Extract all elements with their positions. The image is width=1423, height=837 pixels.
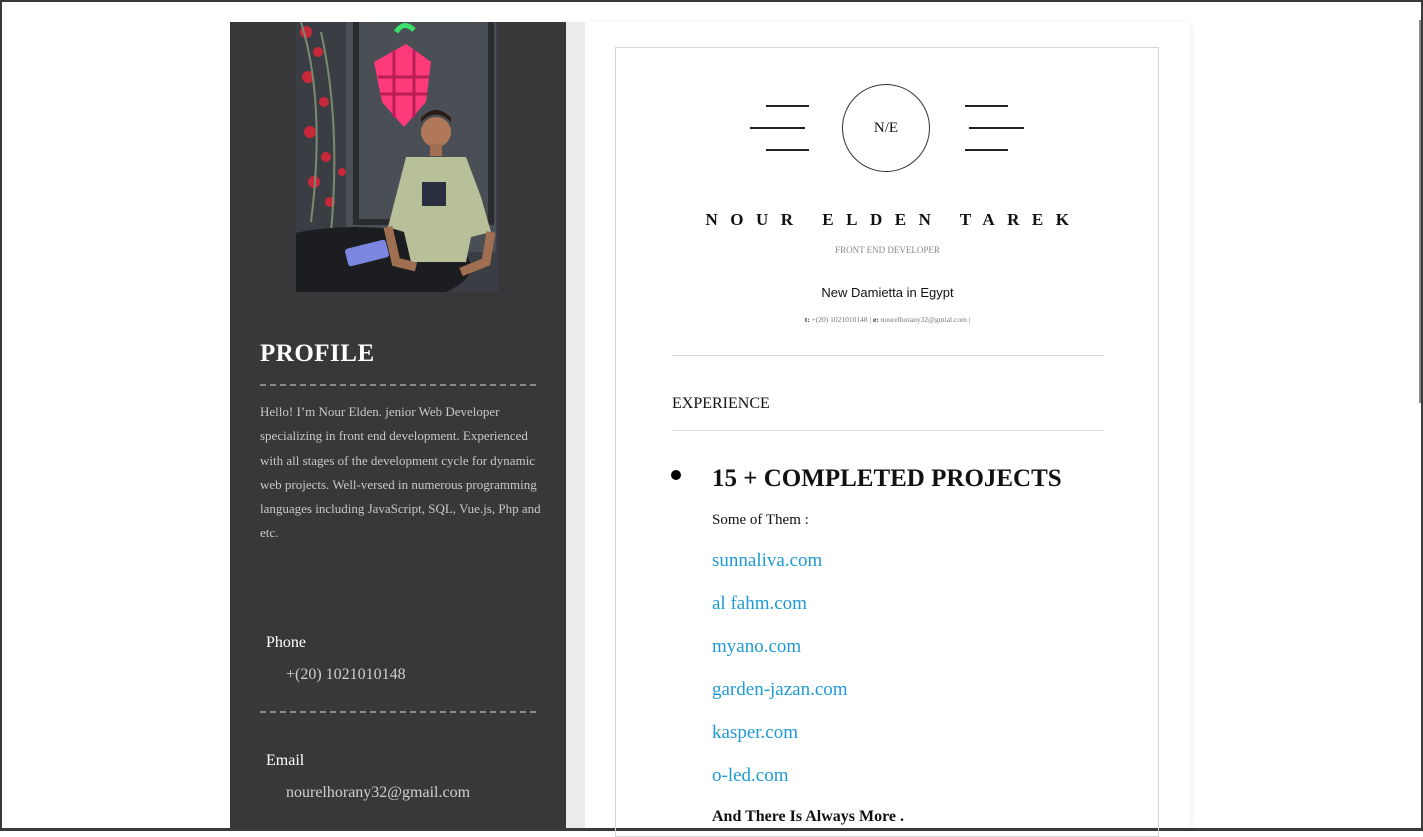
some-of-them-label: Some of Them :	[712, 512, 809, 528]
phone-label: Phone	[266, 634, 306, 651]
project-link[interactable]: sunnaliva.com	[712, 550, 822, 572]
project-link[interactable]: myano.com	[712, 636, 801, 658]
profile-photo	[296, 22, 499, 292]
project-link[interactable]: al fahm.com	[712, 593, 807, 615]
location: New Damietta in Egypt	[821, 285, 954, 300]
scrollbar-thumb[interactable]	[1419, 20, 1421, 403]
contact-email: nourelhorany32@gmial.com |	[880, 315, 971, 324]
project-link[interactable]: garden-jazan.com	[712, 679, 848, 701]
monogram-badge: N/E	[842, 84, 930, 172]
contact-phone: +(20) 1021010148 |	[811, 315, 872, 324]
project-link[interactable]: kasper.com	[712, 722, 798, 744]
phone-prefix: t:	[804, 315, 810, 324]
job-role: FRONT END DEVELOPER	[835, 245, 940, 255]
email-label: Email	[266, 752, 305, 769]
phone-value: +(20) 1021010148	[286, 666, 406, 683]
header-divider	[672, 355, 1104, 356]
profile-heading: PROFILE	[260, 340, 375, 367]
profile-divider	[260, 384, 536, 386]
email-value: nourelhorany32@gmail.com	[286, 784, 471, 801]
decor-line	[766, 105, 809, 107]
bullet-icon	[671, 470, 681, 480]
project-link[interactable]: o-led.com	[712, 765, 789, 787]
decor-line	[965, 149, 1008, 151]
decor-line	[965, 105, 1008, 107]
decor-line	[750, 127, 805, 129]
experience-heading: EXPERIENCE	[672, 395, 770, 412]
decor-line	[766, 149, 809, 151]
decor-line	[969, 127, 1024, 129]
email-prefix: e:	[872, 315, 879, 324]
contact-line: t: +(20) 1021010148 | e: nourelhorany32@…	[585, 315, 1190, 324]
column-gutter	[566, 22, 585, 828]
window-top-border	[0, 0, 1423, 2]
experience-divider	[672, 430, 1104, 431]
window-left-border	[0, 0, 2, 831]
profile-bio: Hello! I’m Nour Elden. jenior Web Develo…	[260, 404, 541, 541]
projects-title: 15 + COMPLETED PROJECTS	[712, 465, 1062, 492]
full-name: NOUR ELDEN TAREK	[705, 210, 1082, 229]
more-projects-note: And There Is Always More .	[712, 808, 905, 825]
contact-divider	[260, 711, 536, 713]
resume-sidebar: PROFILE Hello! I’m Nour Elden. jenior We…	[230, 22, 566, 828]
